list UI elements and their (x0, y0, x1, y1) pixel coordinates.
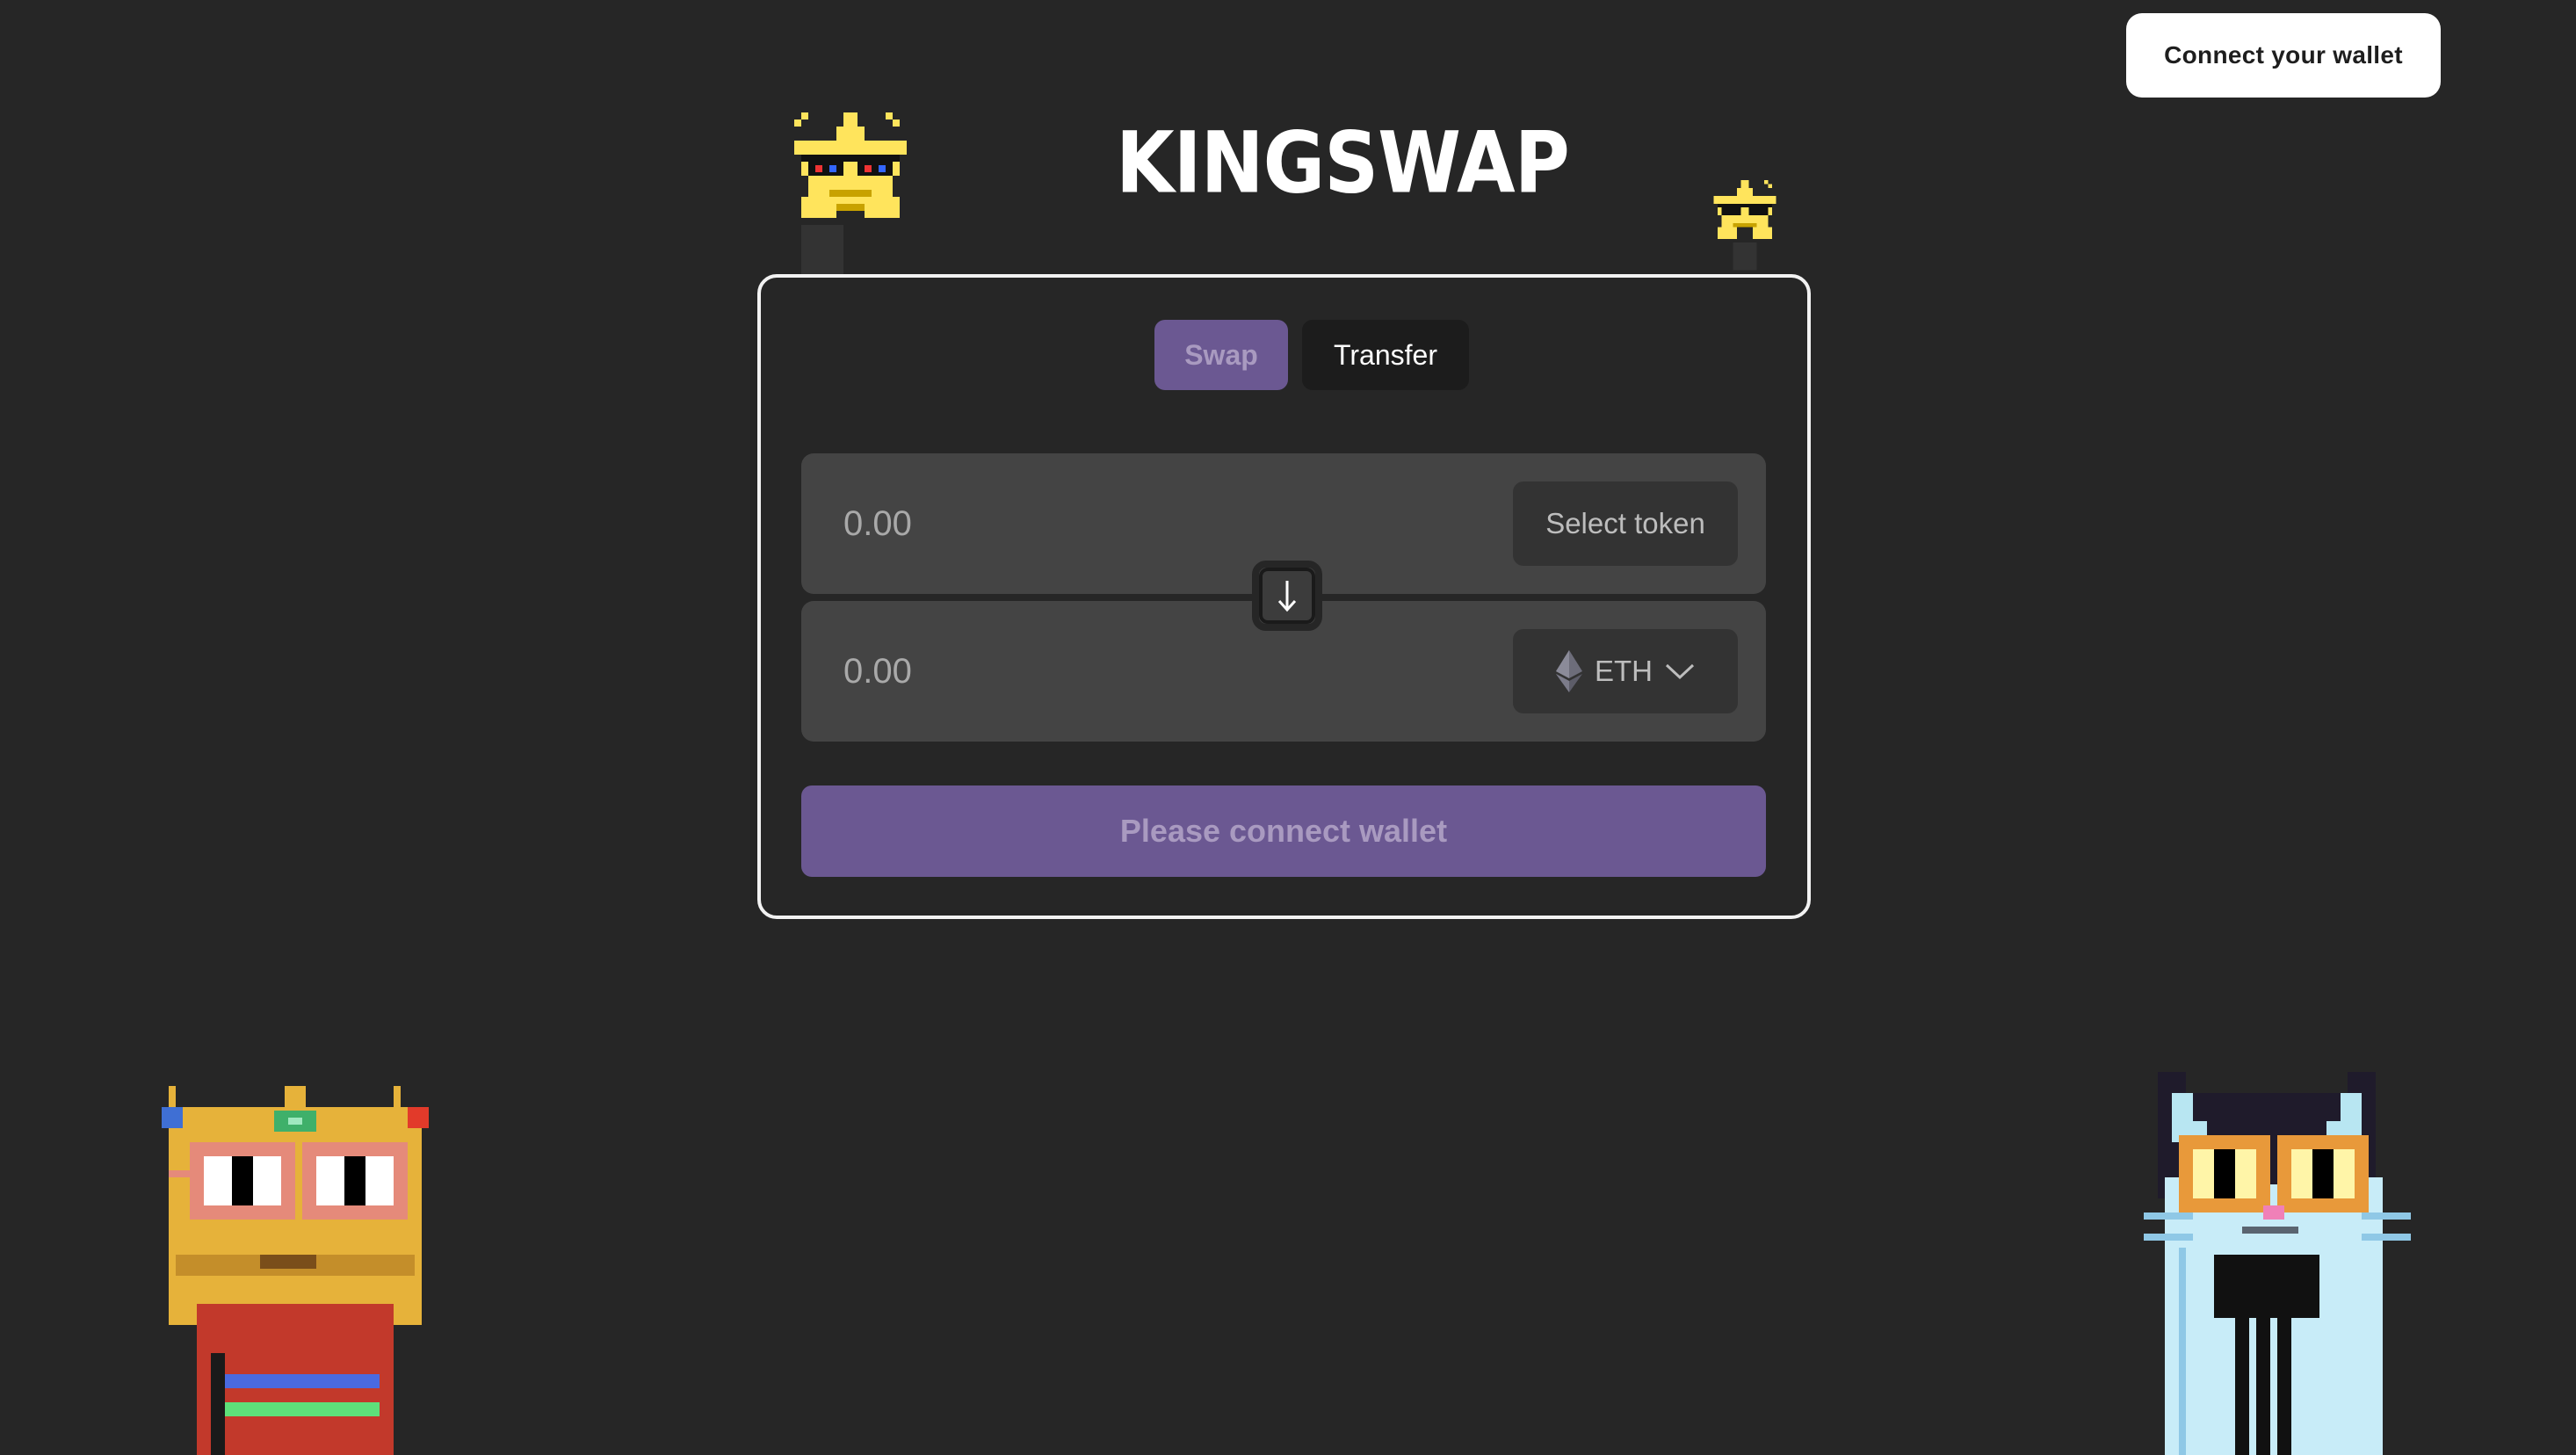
select-token-label: Select token (1545, 507, 1705, 539)
pixel-cat-glasses-icon (2144, 1072, 2411, 1455)
select-token-button[interactable]: Select token (1513, 481, 1738, 566)
swap-tabs: Swap Transfer (1154, 320, 1469, 390)
kingswap-logo: KINGSWAP (1116, 113, 1570, 213)
switch-direction-frame (1259, 568, 1315, 624)
connect-wallet-submit-button[interactable]: Please connect wallet (801, 785, 1766, 877)
star-sunglasses-large-icon (794, 112, 907, 274)
eth-token-select[interactable]: ETH (1513, 629, 1738, 713)
pixel-king-crown-glasses-icon (162, 1086, 429, 1455)
swap-card: Swap Transfer Select token (757, 274, 1811, 919)
from-amount-input[interactable] (843, 492, 1371, 555)
star-sunglasses-small-icon (1713, 180, 1776, 271)
to-amount-input[interactable] (843, 640, 1371, 703)
swap-page: Connect your wallet KINGSWAP Swap Transf… (0, 0, 2576, 1455)
connect-wallet-button[interactable]: Connect your wallet (2126, 13, 2441, 98)
chevron-down-icon (1665, 663, 1695, 680)
eth-token-label: ETH (1595, 655, 1653, 687)
arrow-down-icon (1277, 581, 1297, 612)
tab-transfer[interactable]: Transfer (1302, 320, 1469, 390)
switch-direction-button[interactable] (1252, 561, 1322, 631)
tab-swap[interactable]: Swap (1154, 320, 1288, 390)
ethereum-icon (1556, 650, 1582, 692)
